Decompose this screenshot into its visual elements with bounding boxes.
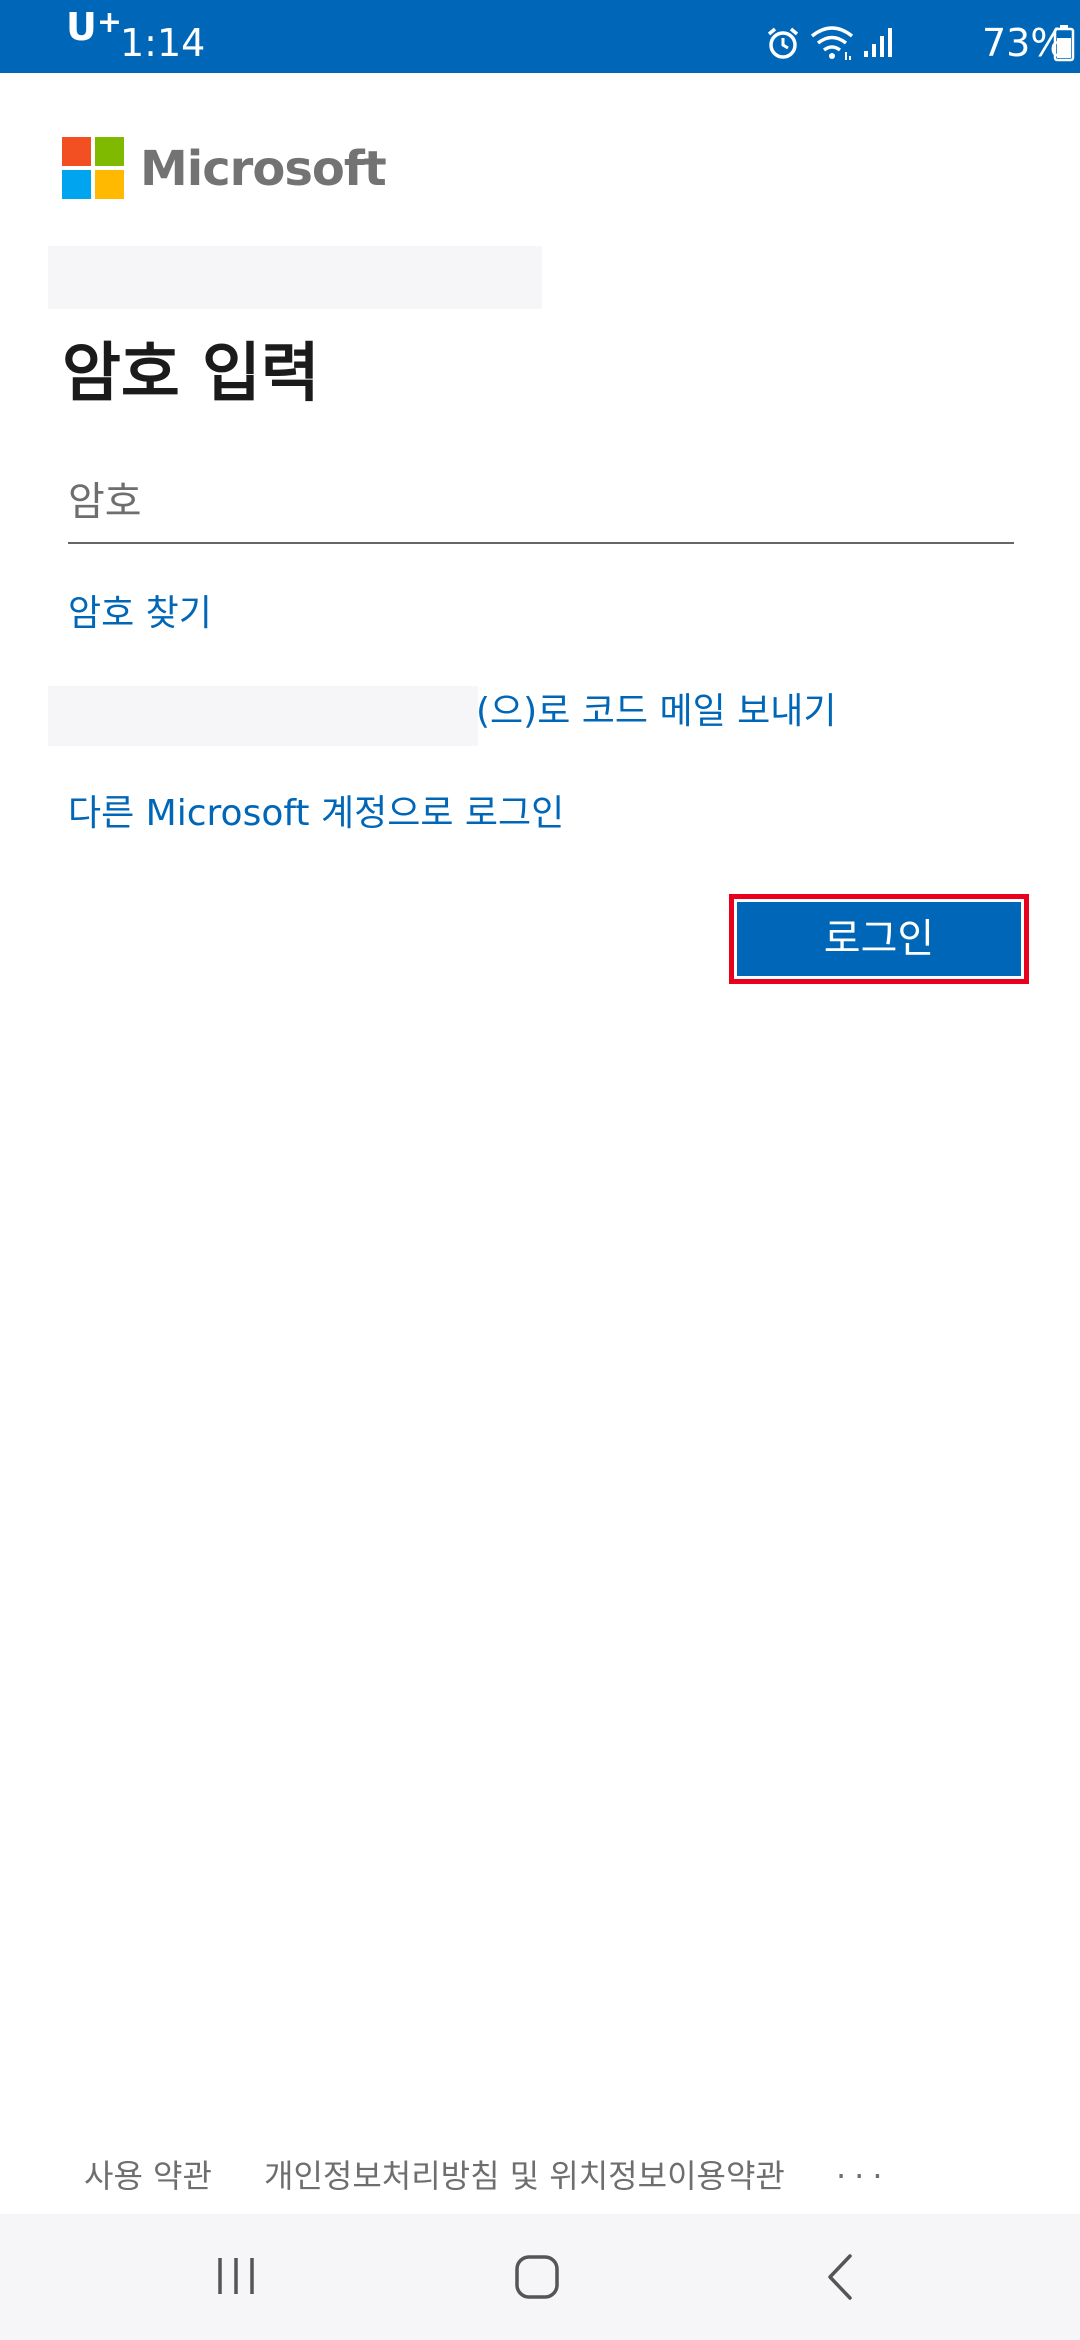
footer: 사용 약관 개인정보처리방침 및 위치정보이용약관 ··· <box>0 2146 1080 2206</box>
logo-square-green <box>95 137 124 166</box>
other-account-link[interactable]: 다른 Microsoft 계정으로 로그인 <box>68 790 564 838</box>
clock: 1:14 <box>120 21 206 65</box>
signin-button[interactable]: 로그인 <box>737 902 1021 976</box>
microsoft-logo-icon <box>62 137 124 199</box>
wifi-icon <box>810 26 854 60</box>
page-title: 암호 입력 <box>62 337 320 411</box>
home-icon[interactable] <box>514 2254 560 2300</box>
terms-link[interactable]: 사용 약관 <box>84 2146 212 2206</box>
more-options-button[interactable]: ··· <box>836 2146 891 2206</box>
send-code-email-link[interactable]: (으)로 코드 메일 보내기 <box>476 688 837 736</box>
recent-apps-icon[interactable] <box>214 2254 258 2298</box>
password-input[interactable] <box>68 462 1014 544</box>
forgot-password-link[interactable]: 암호 찾기 <box>68 590 212 638</box>
account-email-redacted <box>48 246 542 309</box>
status-bar: U+ 1:14 73% <box>0 0 1080 73</box>
carrier-text: U <box>66 5 97 49</box>
privacy-link[interactable]: 개인정보처리방침 및 위치정보이용약관 <box>264 2146 785 2206</box>
alarm-icon <box>767 27 799 59</box>
back-icon[interactable] <box>822 2252 858 2302</box>
email-address-redacted <box>48 686 478 746</box>
logo-square-blue <box>62 170 91 199</box>
logo-wordmark: Microsoft <box>140 141 387 197</box>
status-icons: 73% <box>750 14 1080 70</box>
carrier-plus: + <box>96 5 122 40</box>
signal-icon <box>864 28 892 57</box>
battery-icon <box>1053 25 1075 62</box>
screen: U+ 1:14 73% Microsoft 암호 입력 암호 찾기 (으)로 코… <box>0 0 1080 2340</box>
carrier-label: U+ <box>66 0 122 69</box>
navigation-bar <box>0 2214 1080 2340</box>
logo-square-yellow <box>95 170 124 199</box>
logo-square-red <box>62 137 91 166</box>
